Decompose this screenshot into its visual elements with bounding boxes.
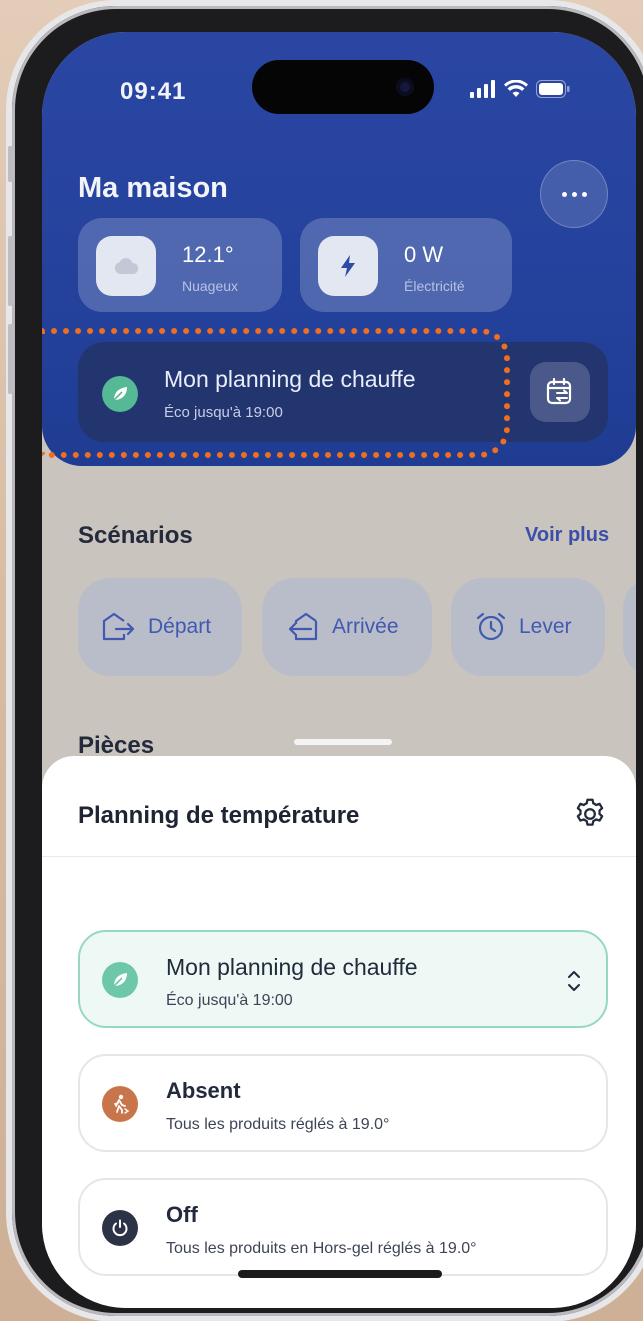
page-title: Ma maison — [78, 172, 228, 204]
option-title: Off — [166, 1202, 198, 1227]
option-subtitle: Tous les produits réglés à 19.0° — [166, 1116, 390, 1133]
electricity-card[interactable]: 0 W Électricité — [300, 218, 512, 312]
arrive-home-icon — [288, 612, 318, 641]
dot-icon — [571, 191, 577, 197]
weather-card[interactable]: 12.1° Nuageux — [78, 218, 282, 312]
scenario-arrivee[interactable]: Arrivée — [262, 578, 432, 676]
scenario-depart[interactable]: Départ — [78, 578, 242, 676]
more-options-button[interactable] — [540, 160, 608, 228]
option-off[interactable]: Off Tous les produits en Hors-gel réglés… — [78, 1178, 608, 1276]
cloud-icon — [96, 236, 156, 296]
electricity-label: Électricité — [404, 278, 465, 294]
leaf-icon — [102, 962, 138, 998]
scenario-next-partial[interactable] — [623, 578, 636, 676]
scenario-lever[interactable]: Lever — [451, 578, 605, 676]
option-absent[interactable]: Absent Tous les produits réglés à 19.0° — [78, 1054, 608, 1152]
highlight-dotted-frame — [42, 328, 510, 458]
scenario-label: Départ — [148, 615, 212, 638]
scenarios-title: Scénarios — [78, 522, 193, 549]
option-title: Absent — [166, 1078, 241, 1103]
see-more-link[interactable]: Voir plus — [525, 524, 609, 547]
scenario-label: Arrivée — [332, 615, 399, 638]
weather-label: Nuageux — [182, 278, 239, 294]
temperature-value: 12.1° — [182, 242, 234, 267]
calendar-swap-button[interactable] — [530, 362, 590, 422]
status-time: 09:41 — [120, 78, 187, 105]
phone-frame: 09:41 Ma maison 12.1° Nuageux 0 W Électr… — [8, 6, 643, 1316]
walking-person-icon — [102, 1086, 138, 1122]
power-icon — [102, 1210, 138, 1246]
wifi-icon — [504, 80, 528, 97]
battery-icon — [536, 80, 570, 98]
calendar-swap-icon — [546, 377, 572, 405]
dot-icon — [581, 191, 587, 197]
screen: 09:41 Ma maison 12.1° Nuageux 0 W Électr… — [42, 32, 636, 1308]
power-value: 0 W — [404, 242, 444, 267]
sheet-title: Planning de température — [78, 802, 360, 829]
signal-icon — [470, 80, 495, 98]
option-title: Mon planning de chauffe — [166, 954, 418, 980]
dot-icon — [561, 191, 567, 197]
leave-home-icon — [102, 612, 135, 641]
status-icons — [470, 80, 570, 98]
sheet-drag-handle[interactable] — [294, 739, 392, 745]
camera-dot — [396, 78, 414, 96]
option-subtitle: Éco jusqu'à 19:00 — [166, 992, 293, 1009]
alarm-clock-icon — [476, 612, 506, 641]
chevron-up-down-icon[interactable] — [564, 966, 584, 996]
option-subtitle: Tous les produits en Hors-gel réglés à 1… — [166, 1240, 477, 1257]
option-heating-planning[interactable]: Mon planning de chauffe Éco jusqu'à 19:0… — [78, 930, 608, 1028]
home-indicator[interactable] — [238, 1270, 442, 1278]
temperature-planning-sheet: Planning de température Mon planning de … — [42, 756, 636, 1308]
gear-icon[interactable] — [572, 796, 608, 832]
sheet-divider — [42, 856, 636, 857]
lightning-icon — [318, 236, 378, 296]
scenario-label: Lever — [519, 615, 572, 638]
